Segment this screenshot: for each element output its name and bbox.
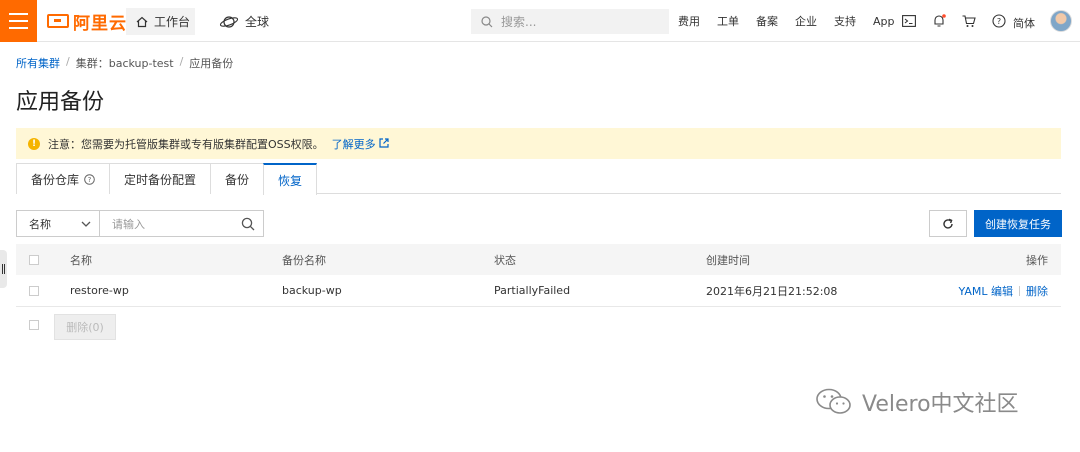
breadcrumb-cluster[interactable]: 集群：backup-test: [76, 55, 174, 71]
home-icon: [136, 16, 148, 27]
menu-icon: [9, 13, 28, 15]
help-icon[interactable]: ?: [984, 14, 1014, 28]
aliyun-logo[interactable]: 阿里云: [47, 11, 127, 34]
bell-icon[interactable]: [924, 14, 954, 28]
learn-more-label: 了解更多: [331, 137, 376, 151]
logo-text: 阿里云: [73, 13, 127, 34]
breadcrumb-current: 应用备份: [189, 57, 234, 70]
search-icon[interactable]: [241, 217, 255, 231]
watermark-text: Velero中文社区: [862, 392, 1019, 417]
breadcrumb-all-clusters[interactable]: 所有集群: [16, 55, 60, 71]
cell-backup-name: backup-wp: [282, 284, 342, 297]
wechat-icon: [816, 388, 851, 414]
tab-label: 定时备份配置: [124, 172, 197, 187]
refresh-button[interactable]: [929, 210, 967, 237]
tab-scheduled-backup[interactable]: 定时备份配置: [109, 163, 212, 194]
drag-handle-icon: [2, 264, 5, 274]
refresh-icon: [943, 218, 953, 229]
region-selector[interactable]: 全球: [219, 8, 269, 35]
search-icon: [481, 15, 493, 27]
filter-field-value: 名称: [29, 217, 51, 231]
breadcrumb-cluster-name: backup-test: [108, 57, 174, 70]
row-actions: YAML 编辑 删除: [958, 283, 1048, 299]
search-input[interactable]: 搜索...: [471, 9, 669, 34]
row-checkbox[interactable]: [29, 285, 39, 296]
watermark: Velero中文社区: [814, 386, 1019, 418]
tab-restore[interactable]: 恢复: [263, 163, 318, 195]
workbench-label: 工作台: [154, 15, 191, 29]
notice-banner: ! 注意：您需要为托管版集群或专有版集群配置OSS权限。 了解更多: [16, 128, 1061, 159]
column-backup-name: 备份名称: [282, 253, 326, 267]
avatar[interactable]: [1050, 10, 1072, 32]
column-name: 名称: [70, 253, 92, 267]
breadcrumb: 所有集群 / 集群：backup-test / 应用备份: [16, 55, 233, 71]
cell-created-time: 2021年6月21日21:52:08: [706, 284, 838, 298]
cart-icon[interactable]: [954, 14, 984, 28]
svg-text:?: ?: [997, 17, 1001, 26]
column-created-time: 创建时间: [706, 253, 750, 267]
terminal-icon[interactable]: [894, 15, 924, 27]
external-link-icon: [379, 137, 389, 148]
link-enterprise[interactable]: 企业: [795, 13, 817, 29]
table-footer: 删除(0): [16, 307, 1061, 343]
restore-table: 名称 备份名称 状态 创建时间 操作 restore-wp backup-wp …: [16, 244, 1061, 343]
top-navbar: 阿里云 工作台 全球 搜索... 费用 工单 备案 企业 支持 App ? 简体: [0, 0, 1080, 42]
cell-name: restore-wp: [70, 284, 129, 297]
link-tickets[interactable]: 工单: [717, 13, 739, 29]
menu-icon-line: [9, 27, 28, 29]
filter-placeholder: 请输入: [112, 217, 145, 231]
tab-backup[interactable]: 备份: [210, 163, 265, 194]
yaml-edit-link[interactable]: YAML 编辑: [958, 283, 1013, 299]
column-status: 状态: [494, 253, 516, 267]
table-header: 名称 备份名称 状态 创建时间 操作: [16, 244, 1061, 275]
side-panel-handle[interactable]: [0, 250, 7, 288]
delete-link[interactable]: 删除: [1026, 283, 1048, 299]
globe-icon: [219, 15, 239, 28]
menu-icon-line: [9, 20, 28, 22]
filter-search-input[interactable]: 请输入: [99, 210, 264, 237]
breadcrumb-cluster-prefix: 集群：: [75, 57, 109, 70]
notice-text: 注意：您需要为托管版集群或专有版集群配置OSS权限。: [48, 137, 324, 151]
tab-label: 备份: [225, 172, 250, 187]
region-label: 全球: [245, 15, 270, 29]
create-restore-task-button[interactable]: 创建恢复任务: [974, 210, 1062, 237]
link-app[interactable]: App: [873, 15, 895, 28]
tab-label: 备份仓库: [31, 172, 80, 187]
filter-field-select[interactable]: 名称: [16, 210, 100, 237]
link-billing[interactable]: 费用: [678, 13, 700, 29]
cell-status: PartiallyFailed: [494, 284, 571, 297]
breadcrumb-separator: /: [179, 55, 184, 68]
tab-label: 恢复: [278, 173, 303, 188]
language-switch[interactable]: 简体: [1013, 15, 1035, 31]
select-all-checkbox[interactable]: [29, 254, 39, 265]
workbench-button[interactable]: 工作台: [126, 8, 195, 35]
page-title: 应用备份: [16, 90, 105, 115]
breadcrumb-separator: /: [66, 55, 70, 68]
action-divider: [1019, 285, 1020, 296]
tab-bar: 备份仓库 ? 定时备份配置 备份 恢复: [16, 163, 1061, 195]
top-icons: ?: [894, 0, 1014, 42]
menu-button[interactable]: [0, 0, 37, 42]
bulk-delete-button[interactable]: 删除(0): [54, 314, 116, 340]
link-icp[interactable]: 备案: [756, 13, 778, 29]
warning-icon: !: [28, 137, 40, 150]
column-actions: 操作: [1026, 253, 1048, 267]
top-links: 费用 工单 备案 企业 支持 App: [678, 0, 912, 42]
search-placeholder: 搜索...: [501, 15, 537, 29]
svg-text:?: ?: [88, 176, 92, 184]
help-icon[interactable]: ?: [84, 173, 95, 185]
table-row: restore-wp backup-wp PartiallyFailed 202…: [16, 275, 1061, 307]
bulk-select-checkbox[interactable]: [29, 320, 39, 330]
link-support[interactable]: 支持: [834, 13, 856, 29]
chevron-down-icon: [81, 221, 91, 227]
logo-icon: [47, 14, 69, 28]
tab-backup-repository[interactable]: 备份仓库 ?: [16, 163, 111, 194]
learn-more-link[interactable]: 了解更多: [332, 136, 390, 152]
